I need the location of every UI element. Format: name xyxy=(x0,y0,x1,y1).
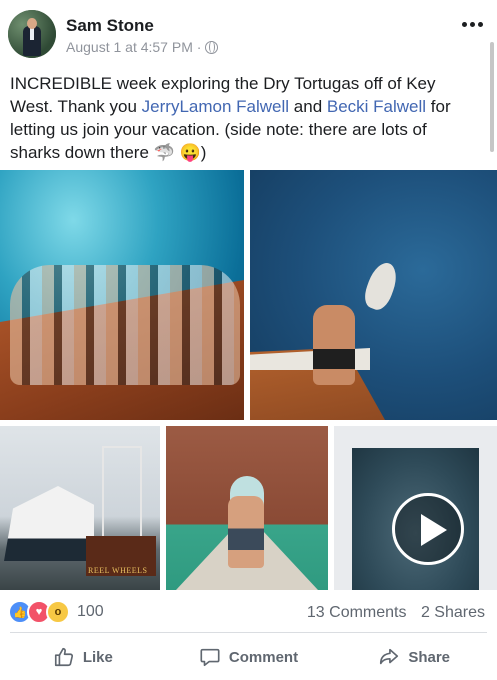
photo-grid: REEL WHEELS xyxy=(0,170,497,590)
divider xyxy=(10,632,487,633)
share-icon xyxy=(380,648,399,665)
photo-group-on-boat[interactable] xyxy=(0,170,244,420)
timestamp[interactable]: August 1 at 4:57 PM · xyxy=(66,39,201,55)
avatar[interactable] xyxy=(8,10,56,58)
post-stats: 👍 ♥ o 100 13 Comments 2 Shares xyxy=(0,596,497,630)
more-options-button[interactable] xyxy=(462,22,483,27)
photo-couple-at-fort[interactable] xyxy=(166,426,328,590)
comments-count[interactable]: 13 Comments xyxy=(307,604,407,621)
scrollbar[interactable] xyxy=(490,42,494,152)
reactions[interactable]: 👍 ♥ o 100 xyxy=(8,600,104,624)
emoji: 🦈 😛 xyxy=(153,143,201,162)
comment-icon xyxy=(200,648,220,667)
post-text: INCREDIBLE week exploring the Dry Tortug… xyxy=(10,74,451,162)
post-meta: August 1 at 4:57 PM · xyxy=(66,39,219,55)
post-header: Sam Stone August 1 at 4:57 PM · xyxy=(0,0,497,66)
thumbs-up-icon xyxy=(54,647,73,667)
share-button[interactable]: Share xyxy=(331,638,497,676)
wow-reaction-icon: o xyxy=(46,600,70,624)
photo-yachts[interactable]: REEL WHEELS xyxy=(0,426,160,590)
mention-link[interactable]: Becki Falwell xyxy=(327,97,426,116)
play-icon[interactable] xyxy=(392,493,464,565)
globe-icon xyxy=(205,40,219,54)
author-name[interactable]: Sam Stone xyxy=(66,16,154,36)
mention-link[interactable]: JerryLamon Falwell xyxy=(142,97,289,116)
comment-button[interactable]: Comment xyxy=(166,638,332,676)
action-bar: Like Comment Share xyxy=(0,638,497,676)
shares-count[interactable]: 2 Shares xyxy=(421,604,485,621)
like-button[interactable]: Like xyxy=(0,638,166,676)
reaction-count: 100 xyxy=(77,603,104,620)
engagement-counts: 13 Comments 2 Shares xyxy=(297,604,485,622)
video-thumbnail[interactable] xyxy=(334,426,497,590)
boat-sign: REEL WHEELS xyxy=(88,566,148,575)
photo-man-with-shark[interactable] xyxy=(250,170,497,420)
